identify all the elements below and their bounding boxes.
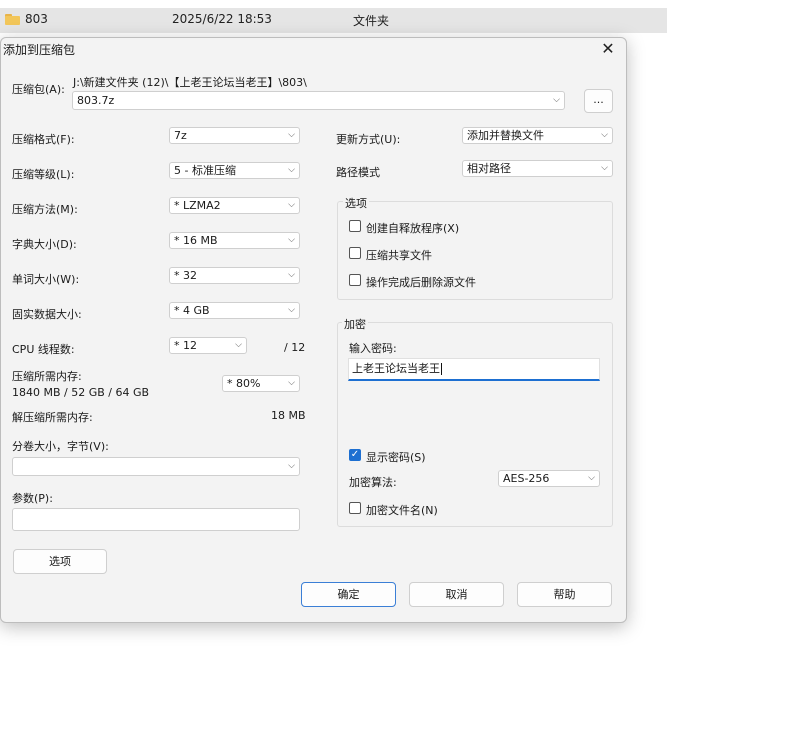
chevron-down-icon: ⌵ (288, 270, 295, 280)
update-select[interactable]: 添加并替换文件 ⌵ (462, 127, 613, 144)
params-input[interactable] (12, 508, 300, 531)
explorer-name: 803 (25, 12, 48, 26)
shared-label: 压缩共享文件 (366, 249, 432, 262)
password-label: 输入密码: (349, 342, 397, 355)
method-value: * LZMA2 (174, 199, 221, 212)
chevron-down-icon: ⌵ (288, 200, 295, 210)
level-value: 5 - 标准压缩 (174, 164, 236, 177)
cpu-label: CPU 线程数: (12, 343, 75, 356)
cpu-select[interactable]: * 12 ⌵ (169, 337, 247, 354)
explorer-date: 2025/6/22 18:53 (172, 12, 272, 26)
solid-label: 固实数据大小: (12, 308, 82, 321)
archive-name-combo[interactable]: 803.7z ⌵ (72, 91, 565, 110)
mem-comp-label: 压缩所需内存: (12, 370, 82, 383)
shared-checkbox[interactable] (349, 247, 361, 259)
password-value: 上老王论坛当老王 (352, 362, 440, 375)
dialog-title: 添加到压缩包 (3, 43, 76, 57)
chevron-down-icon: ⌵ (588, 473, 595, 483)
ok-button[interactable]: 确定 (301, 582, 396, 607)
sfx-checkbox[interactable] (349, 220, 361, 232)
path-select[interactable]: 相对路径 ⌵ (462, 160, 613, 177)
format-value: 7z (174, 129, 187, 142)
enc-method-select[interactable]: AES-256 ⌵ (498, 470, 600, 487)
show-password-label: 显示密码(S) (366, 451, 426, 464)
chevron-down-icon: ⌵ (288, 305, 295, 315)
path-value: 相对路径 (467, 162, 511, 175)
chevron-down-icon: ⌵ (288, 378, 295, 388)
mem-percent-value: * 80% (227, 377, 261, 390)
cancel-button[interactable]: 取消 (409, 582, 504, 607)
close-icon[interactable]: ✕ (598, 40, 618, 58)
sfx-label: 创建自释放程序(X) (366, 222, 460, 235)
help-button[interactable]: 帮助 (517, 582, 612, 607)
method-select[interactable]: * LZMA2 ⌵ (169, 197, 300, 214)
show-password-checkbox[interactable]: ✓ (349, 449, 361, 461)
password-input[interactable]: 上老王论坛当老王 (348, 358, 600, 381)
options-group-title: 选项 (343, 195, 369, 211)
mem-decomp-value: 18 MB (271, 409, 306, 422)
cpu-value: * 12 (174, 339, 197, 352)
dict-label: 字典大小(D): (12, 238, 77, 251)
chevron-down-icon: ⌵ (288, 235, 295, 245)
encrypt-names-label: 加密文件名(N) (366, 504, 438, 517)
dict-select[interactable]: * 16 MB ⌵ (169, 232, 300, 249)
chevron-down-icon: ⌵ (288, 130, 295, 140)
chevron-down-icon: ⌵ (553, 95, 560, 105)
chevron-down-icon: ⌵ (601, 163, 608, 173)
split-label: 分卷大小，字节(V): (12, 440, 109, 453)
mem-comp-detail: 1840 MB / 52 GB / 64 GB (12, 386, 150, 399)
delete-after-checkbox[interactable] (349, 274, 361, 286)
archive-path: J:\新建文件夹 (12)\【上老王论坛当老王】\803\ (73, 76, 307, 89)
enc-method-value: AES-256 (503, 472, 550, 485)
delete-after-label: 操作完成后删除源文件 (366, 276, 476, 289)
options-button[interactable]: 选项 (13, 549, 107, 574)
path-label: 路径模式 (336, 166, 380, 179)
update-label: 更新方式(U): (336, 133, 401, 146)
chevron-down-icon: ⌵ (601, 130, 608, 140)
format-select[interactable]: 7z ⌵ (169, 127, 300, 144)
split-select[interactable]: ⌵ (12, 457, 300, 476)
chevron-down-icon: ⌵ (288, 165, 295, 175)
word-select[interactable]: * 32 ⌵ (169, 267, 300, 284)
level-select[interactable]: 5 - 标准压缩 ⌵ (169, 162, 300, 179)
enc-method-label: 加密算法: (349, 476, 397, 489)
word-value: * 32 (174, 269, 197, 282)
mem-decomp-label: 解压缩所需内存: (12, 411, 93, 424)
method-label: 压缩方法(M): (12, 203, 78, 216)
explorer-row-803[interactable] (0, 8, 667, 33)
mem-percent-select[interactable]: * 80% ⌵ (222, 375, 300, 392)
explorer-type: 文件夹 (353, 14, 390, 28)
chevron-down-icon: ⌵ (235, 340, 242, 350)
encrypt-names-checkbox[interactable] (349, 502, 361, 514)
encryption-group-title: 加密 (342, 316, 368, 332)
archive-name-value: 803.7z (77, 94, 115, 107)
params-label: 参数(P): (12, 492, 53, 505)
folder-icon (5, 14, 20, 25)
level-label: 压缩等级(L): (12, 168, 75, 181)
cpu-total: / 12 (284, 341, 306, 354)
archive-label: 压缩包(A): (12, 83, 65, 96)
word-label: 单词大小(W): (12, 273, 80, 286)
solid-value: * 4 GB (174, 304, 210, 317)
browse-button[interactable]: ... (584, 89, 613, 113)
solid-select[interactable]: * 4 GB ⌵ (169, 302, 300, 319)
dict-value: * 16 MB (174, 234, 218, 247)
update-value: 添加并替换文件 (467, 129, 544, 142)
chevron-down-icon: ⌵ (288, 461, 295, 471)
text-caret (441, 363, 442, 375)
format-label: 压缩格式(F): (12, 133, 75, 146)
